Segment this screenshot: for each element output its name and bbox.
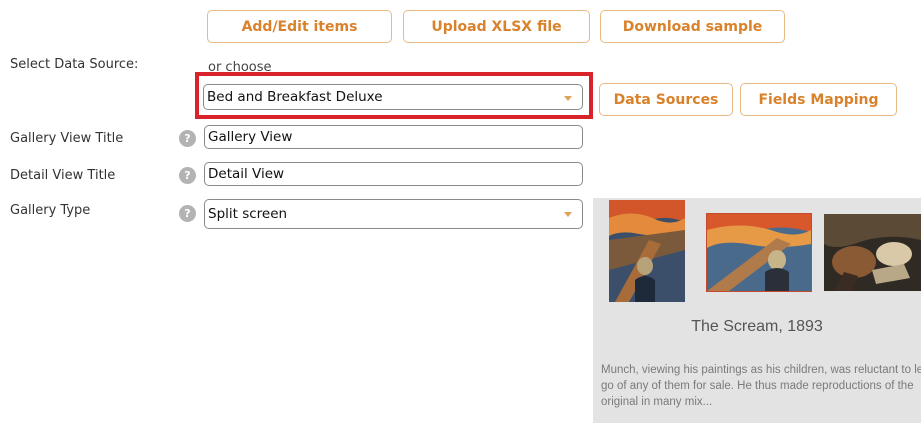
detail-view-title-input[interactable]: Detail View	[204, 162, 583, 186]
help-icon[interactable]: ?	[179, 205, 196, 222]
chevron-down-icon	[564, 212, 572, 217]
gallery-view-title-input[interactable]: Gallery View	[204, 125, 583, 149]
gallery-type-select[interactable]: Split screen	[204, 199, 583, 229]
fields-mapping-button[interactable]: Fields Mapping	[740, 83, 897, 116]
upload-xlsx-button[interactable]: Upload XLSX file	[403, 10, 590, 43]
select-data-source-label: Select Data Source:	[10, 57, 139, 72]
detail-view-title-value: Detail View	[208, 166, 285, 182]
help-glyph: ?	[184, 169, 191, 182]
download-sample-button[interactable]: Download sample	[600, 10, 785, 43]
gallery-preview: The Scream, 1893 Munch, viewing his pain…	[593, 198, 921, 423]
data-source-select[interactable]: Bed and Breakfast Deluxe	[203, 84, 583, 110]
gallery-view-title-label: Gallery View Title	[10, 131, 124, 146]
help-glyph: ?	[184, 207, 191, 220]
chevron-down-icon	[564, 96, 572, 101]
preview-thumbnail[interactable]	[609, 200, 685, 302]
painting-image	[824, 214, 921, 291]
help-glyph: ?	[184, 132, 191, 145]
preview-thumbnail[interactable]	[824, 214, 921, 291]
data-sources-button[interactable]: Data Sources	[599, 83, 733, 116]
detail-view-title-label: Detail View Title	[10, 168, 116, 183]
help-icon[interactable]: ?	[179, 167, 196, 184]
preview-caption: The Scream, 1893	[691, 318, 823, 335]
gallery-view-title-value: Gallery View	[208, 129, 293, 145]
gallery-type-value: Split screen	[208, 206, 288, 222]
preview-description: Munch, viewing his paintings as his chil…	[601, 364, 921, 408]
data-source-select-value: Bed and Breakfast Deluxe	[207, 89, 383, 105]
painting-image	[609, 200, 685, 302]
preview-thumbnail[interactable]	[707, 214, 811, 291]
painting-image	[707, 214, 811, 291]
add-edit-items-button[interactable]: Add/Edit items	[207, 10, 392, 43]
gallery-type-label: Gallery Type	[10, 203, 91, 218]
help-icon[interactable]: ?	[179, 130, 196, 147]
